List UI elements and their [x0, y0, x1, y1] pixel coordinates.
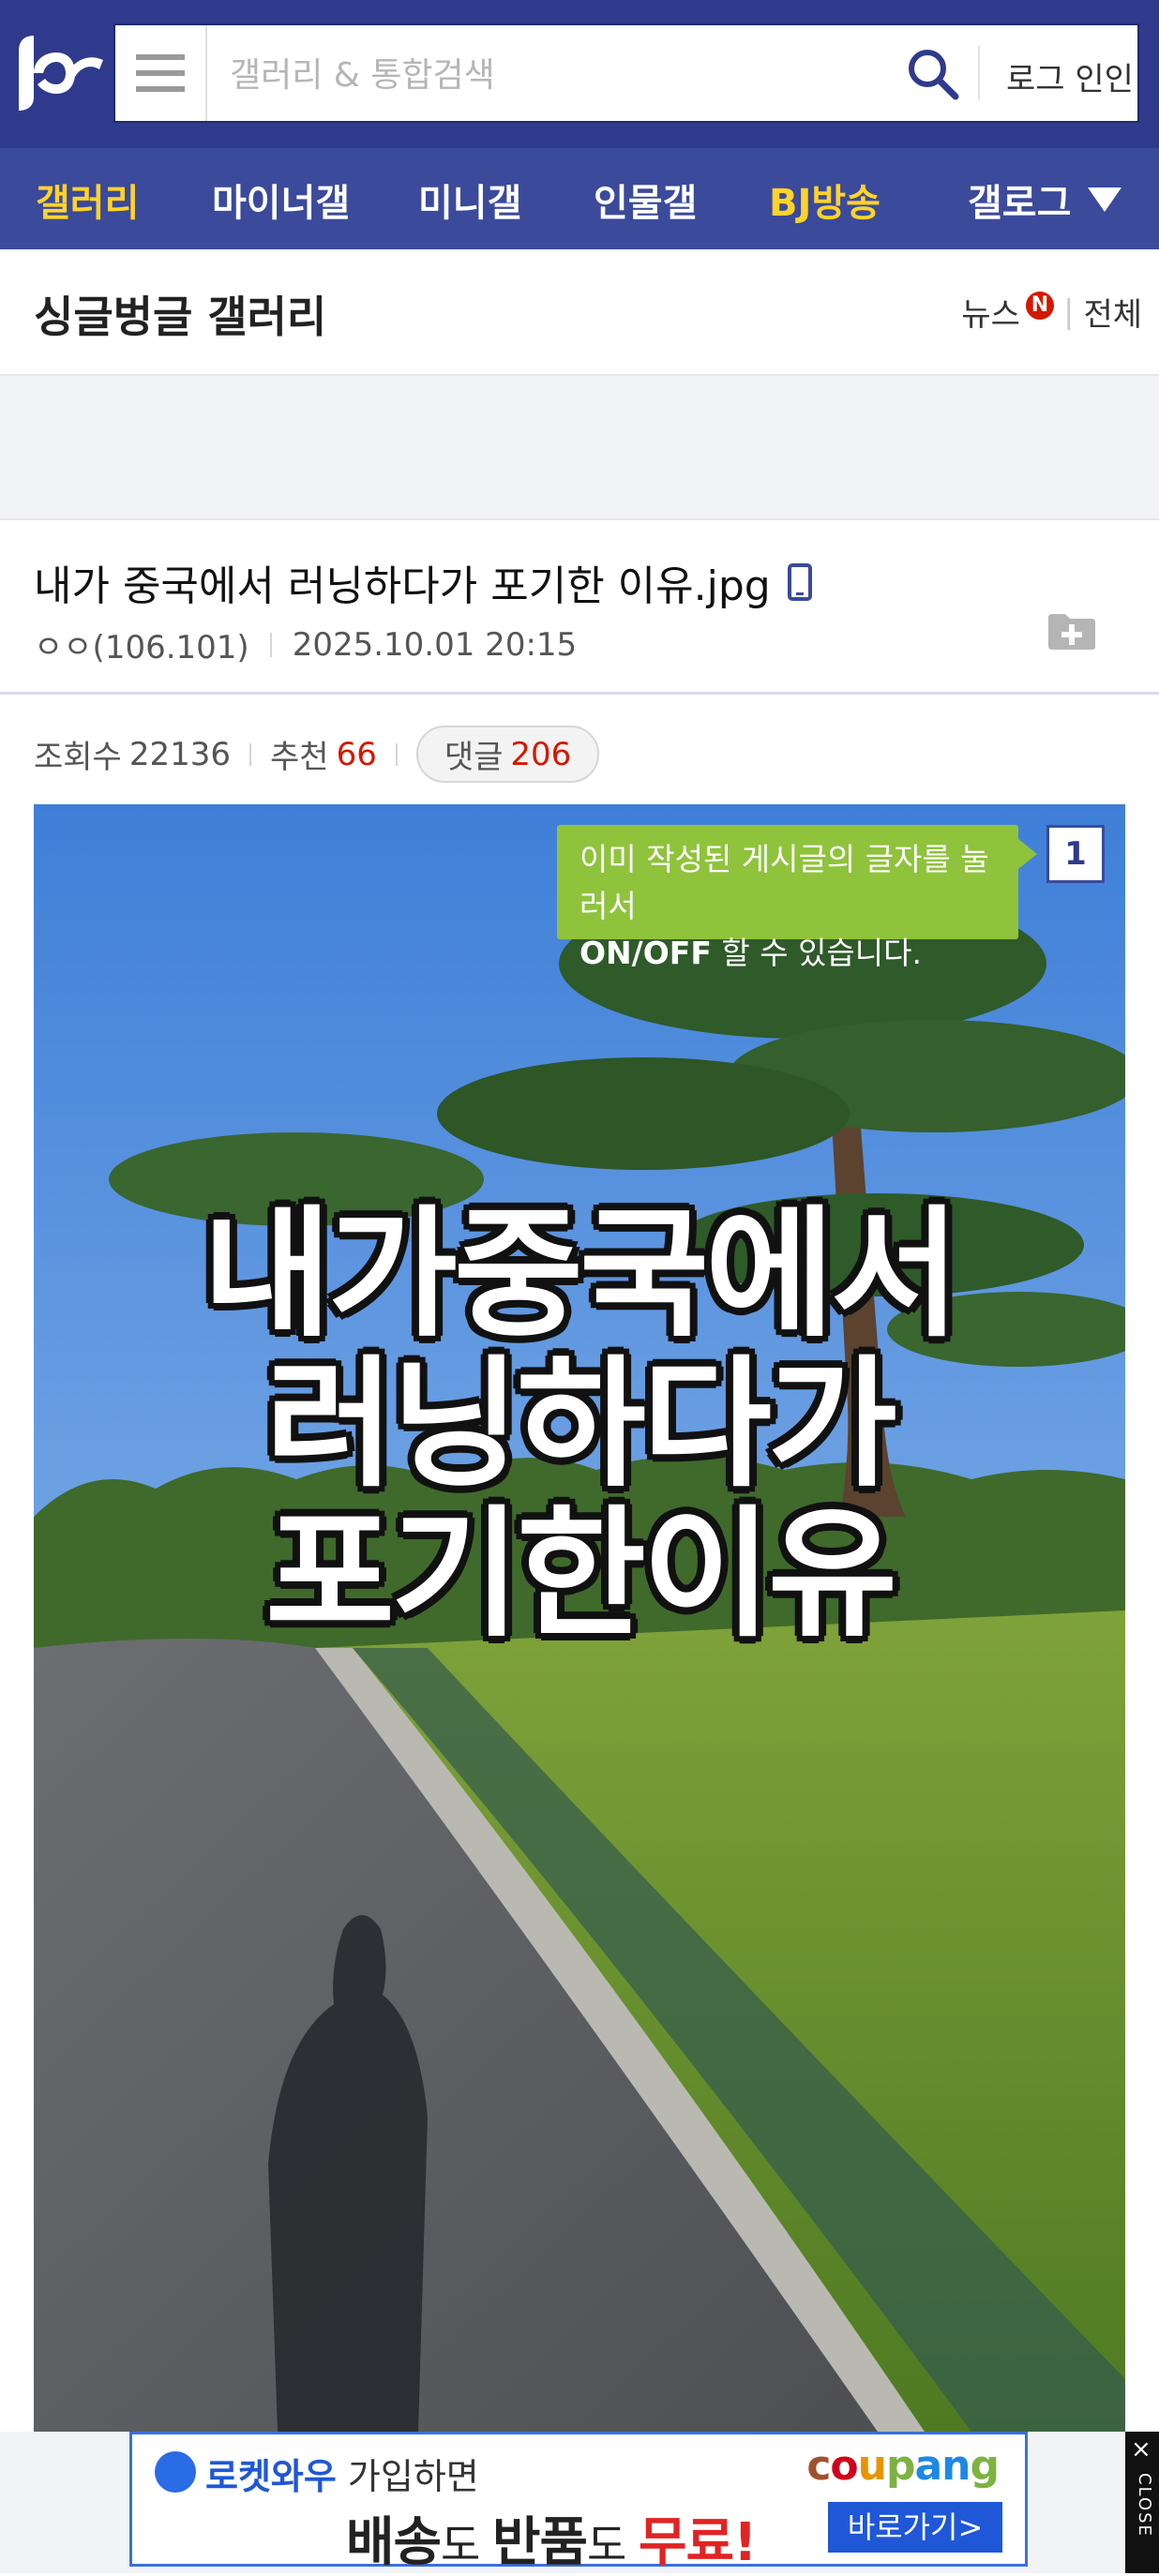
post-date: 2025.10.01 20:15	[292, 625, 578, 664]
login-link[interactable]: 로그 인인	[1006, 53, 1134, 99]
post-image[interactable]: 내가중국에서 러닝하다가 포기한이유	[34, 804, 1125, 2432]
tooltip-line-1: 이미 작성된 게시글의 글자를 눌러서	[580, 841, 989, 924]
close-label: CLOSE	[1135, 2473, 1154, 2538]
post-meta: ㅇㅇ(106.101) 2025.10.01 20:15	[34, 622, 577, 667]
comment-button[interactable]: 댓글 206	[415, 726, 600, 783]
recommend-count: 66	[336, 735, 377, 773]
ad-word-free: 무료!	[639, 2512, 758, 2573]
tooltip-onoff: ON/OFF	[580, 935, 712, 971]
coupang-logo: coupang	[806, 2442, 1000, 2490]
views-label: 조회수	[34, 739, 122, 776]
hamburger-icon	[136, 54, 185, 92]
rocket-icon	[155, 2451, 196, 2493]
folder-add-icon[interactable]	[1046, 610, 1097, 651]
top-header: 로그 인인	[0, 0, 1159, 148]
dc-logo[interactable]	[13, 32, 107, 116]
gallery-title[interactable]: 싱글벙글 갤러리	[34, 283, 326, 345]
divider: |	[1062, 292, 1075, 331]
news-link[interactable]: 뉴스	[961, 289, 1020, 335]
mobile-icon	[787, 563, 812, 601]
tab-mini-gallery[interactable]: 미니갤	[418, 172, 521, 227]
post-header: 내가 중국에서 러닝하다가 포기한 이유.jpg ㅇㅇ(106.101) 202…	[0, 520, 1159, 695]
toggle-tooltip: 이미 작성된 게시글의 글자를 눌러서 ON/OFF 할 수 있습니다.	[557, 825, 1018, 971]
ad-word-delivery: 배송	[346, 2512, 442, 2573]
tab-minor-gallery[interactable]: 마이너갤	[212, 172, 350, 227]
new-badge: N	[1025, 291, 1054, 320]
gallery-links: 뉴스 N | 전체	[961, 289, 1142, 335]
search-divider	[978, 46, 980, 100]
coupang-banner-ad[interactable]: 로켓와우 가입하면 배송도 반품도 무료! coupang 바로가기>	[129, 2432, 1028, 2573]
ad-word-do-2: 도	[587, 2520, 639, 2570]
nav-more-arrow-icon[interactable]	[1088, 187, 1121, 212]
ad-cta-button[interactable]: 바로가기>	[828, 2502, 1002, 2553]
tab-gallog[interactable]: 갤로그	[968, 172, 1071, 227]
tooltip-arrow	[1018, 839, 1037, 869]
post-title: 내가 중국에서 러닝하다가 포기한 이유.jpg	[34, 562, 771, 610]
divider	[395, 742, 398, 766]
tooltip-line-2: ON/OFF 할 수 있습니다.	[580, 930, 996, 977]
close-icon: ×	[1131, 2435, 1151, 2464]
menu-button[interactable]	[115, 25, 207, 121]
ad-line-1-rest: 가입하면	[336, 2456, 479, 2497]
tab-gallery[interactable]: 갤러리	[36, 172, 139, 227]
tab-person-gallery[interactable]: 인물갤	[594, 172, 697, 227]
all-link[interactable]: 전체	[1083, 289, 1142, 335]
comments-count: 206	[510, 735, 572, 773]
gallery-bar: 싱글벙글 갤러리 뉴스 N | 전체	[0, 249, 1159, 376]
ad-placeholder-band	[0, 376, 1159, 520]
divider	[269, 632, 272, 657]
overlay-text-line-3: 포기한이유	[264, 1493, 897, 1656]
recommend-label: 추천	[270, 739, 329, 776]
comments-label: 댓글	[444, 739, 504, 776]
ad-word-return: 반품	[492, 2512, 588, 2573]
views-count: 22136	[128, 735, 232, 773]
search-box: 로그 인인	[113, 23, 1139, 123]
search-icon[interactable]	[905, 46, 961, 102]
search-input[interactable]	[228, 48, 832, 102]
tooltip-number-badge[interactable]: 1	[1046, 825, 1105, 883]
ad-line-2: 배송도 반품도 무료!	[346, 2500, 758, 2576]
post-author[interactable]: ㅇㅇ(106.101)	[34, 622, 249, 667]
post-stats: 조회수 22136 추천 66 댓글 206	[34, 726, 600, 783]
ad-close-button[interactable]: × CLOSE	[1125, 2432, 1159, 2573]
ad-word-do-1: 도	[441, 2520, 492, 2570]
post-title-row: 내가 중국에서 러닝하다가 포기한 이유.jpg	[34, 552, 812, 612]
ad-line-1: 로켓와우 가입하면	[205, 2448, 479, 2499]
ad-brand-tag: 로켓와우	[205, 2456, 337, 2497]
tooltip-line-2-rest: 할 수 있습니다.	[711, 935, 922, 971]
divider	[249, 742, 252, 766]
main-nav: 갤러리 마이너갤 미니갤 인물갤 BJ방송 갤로그	[0, 148, 1159, 249]
tab-bj-broadcast[interactable]: BJ방송	[769, 172, 881, 227]
